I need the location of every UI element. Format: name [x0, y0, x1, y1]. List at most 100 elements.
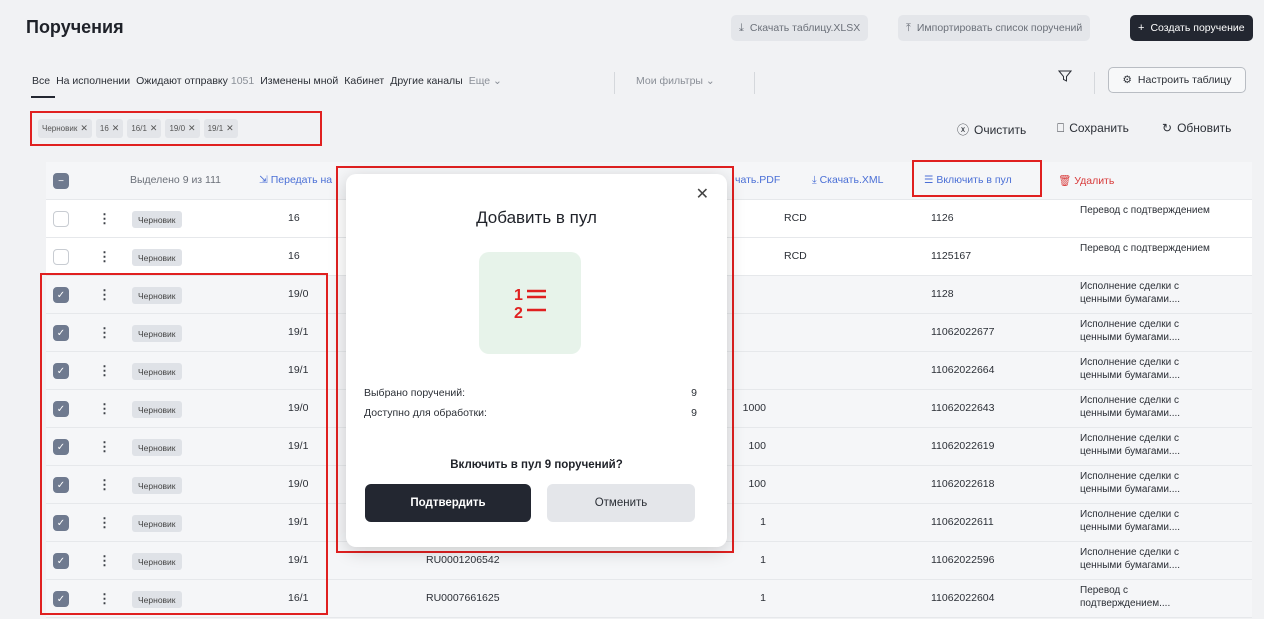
- row-menu-icon[interactable]: ⋮: [98, 211, 111, 227]
- divider: [754, 72, 755, 94]
- close-icon[interactable]: ✕: [112, 123, 120, 134]
- download-xml-label: Скачать.XML: [819, 174, 884, 186]
- import-list-label: Импортировать список поручений: [916, 22, 1083, 34]
- filter-chip-label: 19/0: [169, 124, 186, 133]
- filter-chip[interactable]: 19/0 ✕: [165, 119, 200, 138]
- filter-chip-label: 19/1: [207, 124, 224, 133]
- available-orders-value: 9: [691, 407, 697, 419]
- order-number: 1125167: [931, 250, 972, 262]
- download-xlsx-button[interactable]: ⤓ Скачать таблицу.XLSX: [731, 15, 869, 41]
- svg-text:2: 2: [514, 305, 523, 322]
- tab-other-channels[interactable]: Другие каналы: [390, 75, 463, 87]
- cancel-button[interactable]: Отменить: [547, 484, 695, 522]
- numbered-list-icon: 1 2: [479, 252, 581, 354]
- tab-awaiting-label: Ожидают отправку: [136, 75, 228, 87]
- refresh-button[interactable]: ↻ Обновить: [1162, 121, 1231, 135]
- clear-circle-icon: ⓧ: [957, 123, 970, 137]
- order-type: Исполнение сделки с ценными бумагами....: [1080, 471, 1181, 495]
- party-cell: RCD: [784, 250, 807, 262]
- order-number: 11062022618: [931, 478, 995, 490]
- transfer-label: Передать на: [270, 174, 333, 186]
- order-code: 16: [288, 212, 300, 224]
- clear-filters-button[interactable]: ⓧ Очистить: [957, 121, 1026, 138]
- active-filter-chips: Черновик ✕ 16 ✕ 16/1 ✕ 19/0 ✕ 19/1 ✕: [30, 111, 322, 146]
- selected-orders-label: Выбрано поручений:: [364, 387, 466, 399]
- close-icon[interactable]: ✕: [696, 184, 709, 204]
- close-icon[interactable]: ✕: [150, 123, 158, 134]
- plus-icon: +: [1138, 22, 1145, 34]
- transfer-button[interactable]: ⇲ Передать на: [259, 174, 332, 186]
- status-badge: Черновик: [132, 249, 182, 266]
- order-type: Исполнение сделки с ценными бумагами....: [1080, 433, 1181, 457]
- order-number: 11062022596: [931, 554, 995, 566]
- download-xml-button[interactable]: ⤓ Скачать.XML: [812, 174, 883, 187]
- filter-tabs: Все На исполнении Ожидают отправку 1051 И…: [32, 75, 502, 87]
- selection-count: Выделено 9 из 111: [130, 174, 222, 186]
- my-filters-label: Мои фильтры: [636, 75, 703, 87]
- row-checkbox[interactable]: [53, 249, 69, 265]
- configure-table-button[interactable]: ⚙ Настроить таблицу: [1108, 67, 1246, 93]
- tab-in-progress[interactable]: На исполнении: [56, 75, 130, 87]
- select-all-checkbox[interactable]: −: [53, 173, 69, 189]
- save-filters-button[interactable]: ⎕ Сохранить: [1057, 121, 1129, 136]
- available-orders-label: Доступно для обработки:: [364, 407, 487, 419]
- upload-icon: ⤒: [906, 21, 911, 34]
- close-icon[interactable]: ✕: [226, 123, 234, 134]
- page-title: Поручения: [26, 17, 124, 37]
- highlight-add-to-pool: [912, 160, 1042, 197]
- download-icon: ⤓: [812, 174, 820, 186]
- download-xlsx-label: Скачать таблицу.XLSX: [749, 22, 861, 34]
- trash-icon: 🗑: [1058, 175, 1075, 187]
- divider: [1094, 72, 1095, 94]
- filter-chip-label: Черновик: [42, 124, 78, 133]
- filter-chip[interactable]: 16/1 ✕: [127, 119, 162, 138]
- clear-label: Очистить: [974, 123, 1027, 137]
- tab-all[interactable]: Все: [32, 75, 50, 87]
- download-icon: ⤓: [739, 21, 744, 34]
- filter-chip-label: 16/1: [131, 124, 147, 133]
- import-list-button[interactable]: ⤒ Импортировать список поручений: [898, 15, 1091, 41]
- order-type: Перевод с подтверждением....: [1080, 585, 1171, 609]
- party-cell: RCD: [784, 212, 807, 224]
- order-type: Исполнение сделки с ценными бумагами....: [1080, 357, 1181, 381]
- filter-funnel-icon[interactable]: [1057, 69, 1073, 86]
- tab-awaiting-count: 1051: [230, 75, 255, 87]
- order-number: 11062022619: [931, 440, 995, 452]
- isin-cell: RU0007661625: [426, 592, 500, 604]
- confirm-question: Включить в пул 9 поручений?: [450, 459, 623, 471]
- confirm-button[interactable]: Подтвердить: [365, 484, 531, 522]
- tab-more[interactable]: Еще ⌄: [469, 75, 502, 87]
- download-pdf-button[interactable]: чать.PDF: [735, 174, 780, 186]
- filter-chip[interactable]: Черновик ✕: [38, 119, 92, 138]
- order-number: 11062022611: [931, 516, 994, 528]
- delete-button[interactable]: 🗑 Удалить: [1058, 174, 1114, 187]
- add-to-pool-dialog: ✕ Добавить в пул 1 2 Выбрано поручений: …: [346, 174, 727, 547]
- filter-chip[interactable]: 16 ✕: [95, 119, 124, 138]
- my-filters-dropdown[interactable]: Мои фильтры ⌄: [636, 75, 715, 87]
- status-badge: Черновик: [132, 211, 182, 228]
- row-checkbox[interactable]: [53, 211, 69, 227]
- row-menu-icon[interactable]: ⋮: [98, 249, 111, 265]
- refresh-label: Обновить: [1177, 121, 1232, 135]
- tab-changed-by-me[interactable]: Изменены мной: [260, 75, 338, 87]
- gear-icon: ⚙: [1122, 74, 1132, 86]
- bookmark-icon: ⎕: [1057, 121, 1065, 135]
- tab-more-label: Еще: [468, 75, 491, 87]
- order-type: Перевод с подтверждением: [1080, 243, 1210, 254]
- delete-label: Удалить: [1074, 175, 1115, 187]
- filter-chip[interactable]: 19/1 ✕: [203, 119, 238, 138]
- dialog-title: Добавить в пул: [476, 208, 597, 227]
- chevron-down-icon: ⌄: [705, 75, 715, 87]
- tab-cabinet[interactable]: Кабинет: [344, 75, 384, 87]
- refresh-icon: ↻: [1162, 121, 1173, 135]
- tab-awaiting[interactable]: Ожидают отправку 1051: [136, 75, 254, 87]
- close-icon[interactable]: ✕: [80, 123, 88, 134]
- order-number: 1126: [931, 212, 954, 224]
- create-order-button[interactable]: + Создать поручение: [1130, 15, 1253, 41]
- selected-orders-value: 9: [691, 387, 697, 399]
- order-type: Исполнение сделки с ценными бумагами....: [1080, 547, 1181, 571]
- filter-chip-label: 16: [99, 124, 109, 133]
- order-number: 11062022643: [931, 402, 995, 414]
- save-label: Сохранить: [1069, 121, 1129, 135]
- close-icon[interactable]: ✕: [188, 123, 196, 134]
